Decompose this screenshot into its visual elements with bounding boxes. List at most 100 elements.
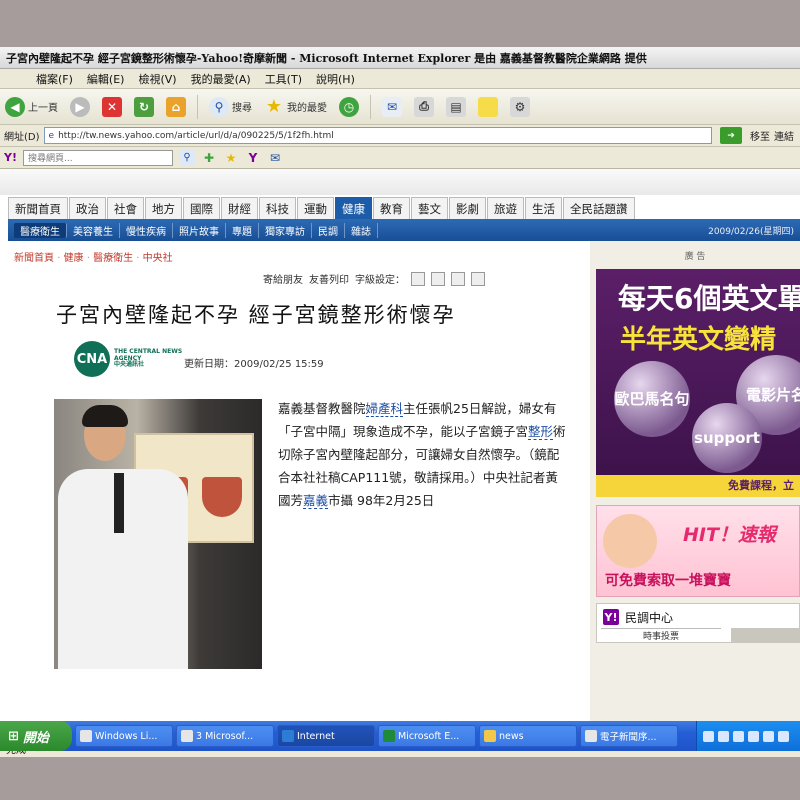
tab-life[interactable]: 生活 xyxy=(525,197,562,219)
tab-finance[interactable]: 財經 xyxy=(221,197,258,219)
tab-society[interactable]: 社會 xyxy=(107,197,144,219)
mail-icon[interactable]: ✉ xyxy=(267,150,283,166)
crumb-news-home[interactable]: 新聞首頁 xyxy=(14,253,54,264)
poll-tab-current[interactable]: 時事投票 xyxy=(601,628,721,642)
menu-view[interactable]: 檢視(V) xyxy=(138,71,186,87)
tab-local[interactable]: 地方 xyxy=(145,197,182,219)
subtab-interviews[interactable]: 獨家專訪 xyxy=(259,222,312,238)
keyword-link-chiayi[interactable]: 嘉義 xyxy=(303,493,329,509)
menu-tools[interactable]: 工具(T) xyxy=(265,71,312,87)
tab-news-home[interactable]: 新聞首頁 xyxy=(8,197,68,219)
search-button[interactable]: ⚲ 搜尋 xyxy=(206,95,255,119)
edit-button[interactable]: ▤ xyxy=(443,95,469,119)
address-input[interactable]: e http://tw.news.yahoo.com/article/url/d… xyxy=(43,127,712,144)
print-link[interactable]: 友善列印 xyxy=(309,271,349,286)
back-button[interactable]: ◀ 上一頁 xyxy=(2,95,61,119)
tray-volume-icon[interactable] xyxy=(718,730,729,742)
body-text: 嘉義基督教醫院 xyxy=(278,401,366,416)
share-link[interactable]: 寄給朋友 xyxy=(263,271,303,286)
menu-favorites[interactable]: 我的最愛(A) xyxy=(191,71,261,87)
tab-tech[interactable]: 科技 xyxy=(259,197,296,219)
links-label[interactable]: 連結 xyxy=(774,128,794,143)
crumb-cna[interactable]: 中央社 xyxy=(143,253,173,264)
menu-file[interactable]: 檔案(F) xyxy=(36,71,83,87)
keyword-link-plastic[interactable]: 整形 xyxy=(528,424,554,440)
tab-topics[interactable]: 全民話題讚 xyxy=(563,197,635,219)
subtab-polls[interactable]: 民調 xyxy=(312,222,345,238)
subtab-features[interactable]: 專題 xyxy=(226,222,259,238)
english-course-ad[interactable]: 每天6個英文單 半年英文變精 歐巴馬名句 電影片名 support 免費課程，立 xyxy=(596,269,800,497)
start-button[interactable]: ⊞ 開始 xyxy=(0,721,72,751)
window-icon xyxy=(80,730,92,742)
history-button[interactable]: ◷ xyxy=(336,95,362,119)
toolbar-divider xyxy=(370,94,371,119)
ad-bubble-obama: 歐巴馬名句 xyxy=(614,361,690,437)
address-url: http://tw.news.yahoo.com/article/url/d/a… xyxy=(58,130,334,141)
tray-update-icon[interactable] xyxy=(763,730,774,742)
browser-window: 子宮內壁隆起不孕 經子宮鏡整形術懷孕-Yahoo!奇摩新聞 - Microsof… xyxy=(0,47,800,757)
taskbar-item-microsoft-group[interactable]: 3 Microsof... xyxy=(176,725,274,747)
tray-input-icon[interactable] xyxy=(778,730,789,742)
mail-icon: ✉ xyxy=(382,96,402,117)
go-button[interactable]: ➜ xyxy=(720,127,742,144)
font-small-icon[interactable] xyxy=(411,271,425,286)
crumb-medical[interactable]: 醫療衛生 xyxy=(93,253,133,264)
subtab-medical[interactable]: 醫療衛生 xyxy=(14,222,67,238)
window-icon xyxy=(181,730,193,742)
taskbar-item-news-folder[interactable]: news xyxy=(479,725,577,747)
tab-arts[interactable]: 藝文 xyxy=(411,197,448,219)
subtab-photo-stories[interactable]: 照片故事 xyxy=(173,222,226,238)
tray-messenger-icon[interactable] xyxy=(748,730,759,742)
article-body: 嘉義基督教醫院婦產科主任張帆25日解說，婦女有「子宮中隔」現象造成不孕，能以子宮… xyxy=(278,397,568,512)
taskbar-item-windows-live[interactable]: Windows Li... xyxy=(75,725,173,747)
note-icon xyxy=(478,96,498,117)
research-button[interactable]: ⚙ xyxy=(507,95,533,119)
tab-politics[interactable]: 政治 xyxy=(69,197,106,219)
tab-entertainment[interactable]: 影劇 xyxy=(449,197,486,219)
font-large-icon[interactable] xyxy=(451,271,465,286)
yahoo-icon[interactable]: Y xyxy=(245,150,261,166)
tab-health[interactable]: 健康 xyxy=(335,197,372,219)
tray-network-icon[interactable] xyxy=(703,730,714,742)
font-xlarge-icon[interactable] xyxy=(471,271,485,286)
mail-button[interactable]: ✉ xyxy=(379,95,405,119)
tab-education[interactable]: 教育 xyxy=(373,197,410,219)
tab-travel[interactable]: 旅遊 xyxy=(487,197,524,219)
star-icon[interactable]: ★ xyxy=(223,150,239,166)
ad-label: 廣 告 xyxy=(684,252,706,262)
print-button[interactable]: ⎙ xyxy=(411,95,437,119)
ad-free-text: 可免費索取一堆寶寶 xyxy=(605,573,731,589)
breadcrumb: 新聞首頁 ‧ 健康 ‧ 醫療衛生 ‧ 中央社 xyxy=(14,249,173,264)
menu-help[interactable]: 說明(H) xyxy=(316,71,365,87)
tab-sports[interactable]: 運動 xyxy=(297,197,334,219)
taskbar-item-excel[interactable]: Microsoft E... xyxy=(378,725,476,747)
yahoo-search-input[interactable]: 搜尋網頁... xyxy=(22,149,173,166)
tray-antivirus-icon[interactable] xyxy=(733,730,744,742)
poll-tab-other[interactable] xyxy=(731,628,800,642)
font-medium-icon[interactable] xyxy=(431,271,445,286)
search-icon[interactable]: ⚲ xyxy=(178,149,195,166)
home-button[interactable]: ⌂ xyxy=(163,95,189,119)
note-button[interactable] xyxy=(475,95,501,119)
tab-international[interactable]: 國際 xyxy=(183,197,220,219)
keyword-link-obgyn[interactable]: 婦產科 xyxy=(365,401,404,417)
add-icon[interactable]: ✚ xyxy=(201,150,217,166)
article-photo[interactable] xyxy=(54,399,262,669)
crumb-health[interactable]: 健康 xyxy=(64,253,84,264)
favorites-button[interactable]: ★ 我的最愛 xyxy=(261,95,330,119)
subtab-chronic[interactable]: 慢性疾病 xyxy=(120,222,173,238)
refresh-button[interactable]: ↻ xyxy=(131,95,157,119)
taskbar-item-e-news[interactable]: 電子新聞序... xyxy=(580,725,678,747)
subtab-beauty[interactable]: 美容養生 xyxy=(67,222,120,238)
menu-edit[interactable]: 編輯(E) xyxy=(87,71,135,87)
photo-diagram-right xyxy=(202,477,242,517)
stop-button[interactable]: ✕ xyxy=(99,95,125,119)
taskbar-item-internet[interactable]: Internet xyxy=(277,725,375,747)
go-label[interactable]: 移至 xyxy=(750,128,770,143)
baby-ad[interactable]: HIT！速報 可免費索取一堆寶寶 xyxy=(596,505,800,597)
back-arrow-icon: ◀ xyxy=(5,96,25,117)
update-label: 更新日期： xyxy=(184,359,234,370)
forward-button[interactable]: ▶ xyxy=(67,95,93,119)
home-icon: ⌂ xyxy=(166,96,186,117)
subtab-magazine[interactable]: 雜誌 xyxy=(345,222,378,238)
